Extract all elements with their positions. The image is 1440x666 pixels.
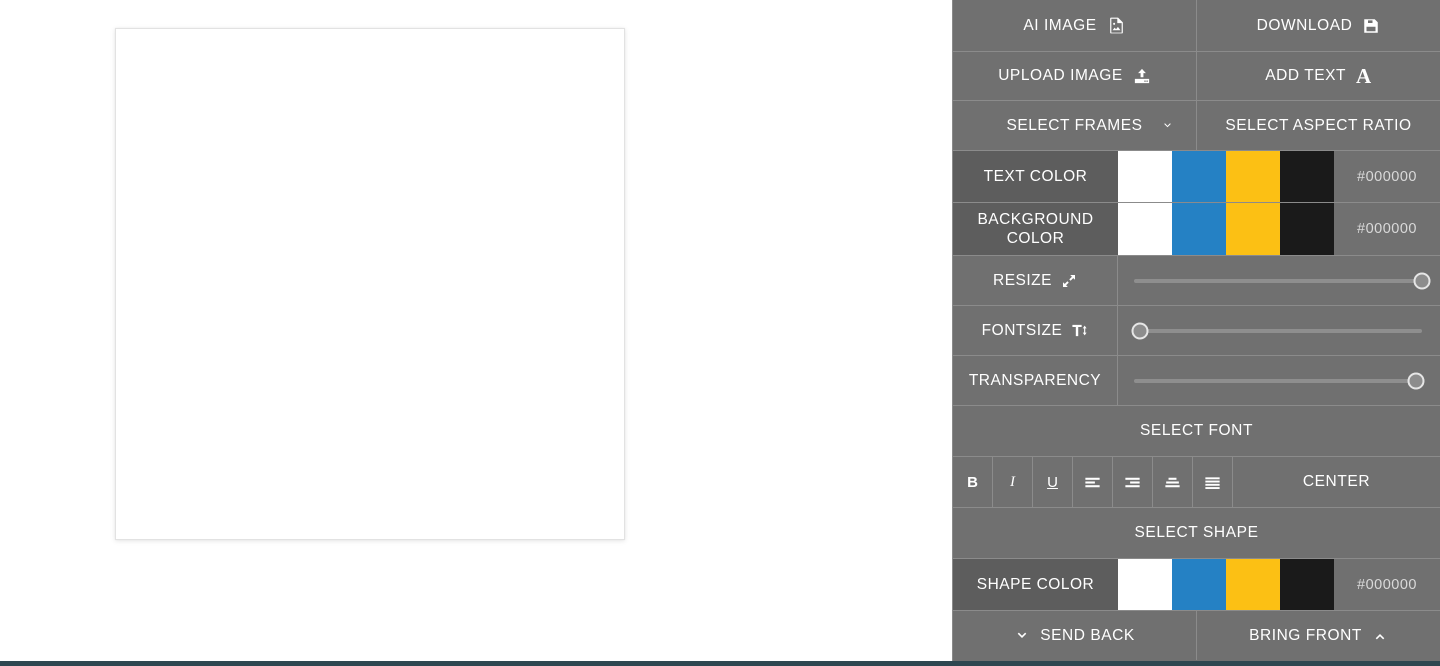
bring-front-button[interactable]: BRING FRONT	[1196, 611, 1440, 660]
bring-front-label: BRING FRONT	[1249, 626, 1362, 644]
upload-image-label: UPLOAD IMAGE	[998, 67, 1123, 84]
upload-image-button[interactable]: UPLOAD IMAGE	[953, 52, 1196, 100]
add-text-button[interactable]: ADD TEXT A	[1196, 52, 1440, 100]
select-shape-button[interactable]: SELECT SHAPE	[953, 508, 1440, 559]
shape-color-label: SHAPE COLOR	[953, 559, 1118, 610]
app-root: AI IMAGE DOWNLOAD UPLOAD IMAGE ADD TEXT …	[0, 0, 1440, 666]
text-color-swatch-black[interactable]	[1280, 151, 1334, 202]
resize-label: RESIZE	[993, 271, 1052, 289]
toolbar-row-input: UPLOAD IMAGE ADD TEXT A	[953, 52, 1440, 101]
align-justify-button[interactable]	[1193, 457, 1233, 507]
transparency-slider-track[interactable]	[1134, 372, 1425, 389]
fontsize-label-group: FONTSIZE	[953, 306, 1118, 355]
resize-label-group: RESIZE	[953, 256, 1118, 305]
select-font-label: SELECT FONT	[1139, 422, 1254, 439]
fontsize-label: FONTSIZE	[981, 321, 1063, 339]
fontsize-slider-track[interactable]	[1131, 322, 1422, 339]
ai-image-button[interactable]: AI IMAGE	[953, 0, 1196, 51]
diagonal-arrows-icon	[1061, 273, 1077, 289]
shape-color-swatch-black[interactable]	[1280, 559, 1334, 610]
alignment-value[interactable]: CENTER	[1233, 457, 1440, 507]
background-color-swatch-blue[interactable]	[1172, 203, 1226, 255]
letter-a-icon: A	[1356, 63, 1372, 88]
chevron-down-icon	[1161, 119, 1174, 132]
text-color-swatch-blue[interactable]	[1172, 151, 1226, 202]
transparency-slider[interactable]	[1118, 356, 1440, 405]
download-button[interactable]: DOWNLOAD	[1196, 0, 1440, 51]
resize-slider-track[interactable]	[1134, 272, 1431, 289]
background-color-swatches	[1118, 203, 1334, 255]
select-aspect-ratio-label: SELECT ASPECT RATIO	[1225, 116, 1412, 134]
background-color-swatch-black[interactable]	[1280, 203, 1334, 255]
download-label: DOWNLOAD	[1256, 16, 1353, 34]
bold-button[interactable]: B	[953, 457, 993, 507]
align-center-icon	[1163, 473, 1182, 492]
text-color-swatch-white[interactable]	[1118, 151, 1172, 202]
italic-button[interactable]: I	[993, 457, 1033, 507]
background-color-hex-value[interactable]: #000000	[1334, 203, 1440, 255]
transparency-slider-thumb[interactable]	[1407, 372, 1425, 389]
shape-color-swatch-white[interactable]	[1118, 559, 1172, 610]
align-left-icon	[1083, 473, 1102, 492]
align-right-button[interactable]	[1113, 457, 1153, 507]
chevron-down-icon	[1014, 628, 1030, 644]
text-color-label: TEXT COLOR	[953, 151, 1118, 202]
fontsize-slider-row: FONTSIZE	[953, 306, 1440, 356]
toolbar-row-layout: SELECT FRAMES SELECT ASPECT RATIO	[953, 101, 1440, 151]
text-height-icon	[1071, 322, 1088, 339]
background-color-swatch-yellow[interactable]	[1226, 203, 1280, 255]
fontsize-slider-thumb[interactable]	[1131, 322, 1149, 339]
transparency-label: TRANSPARENCY	[968, 371, 1102, 389]
resize-slider-thumb[interactable]	[1413, 272, 1431, 289]
bottom-accent-bar	[0, 661, 1440, 666]
select-frames-label: SELECT FRAMES	[1006, 116, 1143, 134]
transparency-label-group: TRANSPARENCY	[953, 356, 1118, 405]
background-color-swatch-white[interactable]	[1118, 203, 1172, 255]
image-file-icon	[1107, 16, 1126, 35]
upload-icon	[1133, 67, 1151, 85]
shape-color-swatch-yellow[interactable]	[1226, 559, 1280, 610]
add-text-label: ADD TEXT	[1265, 67, 1347, 84]
text-color-hex-value[interactable]: #000000	[1334, 151, 1440, 202]
align-center-button[interactable]	[1153, 457, 1193, 507]
floppy-save-icon	[1362, 17, 1380, 35]
send-back-button[interactable]: SEND BACK	[953, 611, 1196, 660]
transparency-slider-row: TRANSPARENCY	[953, 356, 1440, 406]
resize-slider-row: RESIZE	[953, 256, 1440, 306]
shape-color-row: SHAPE COLOR #000000	[953, 559, 1440, 611]
text-color-swatches	[1118, 151, 1334, 202]
design-canvas[interactable]	[115, 28, 625, 540]
underline-button[interactable]: U	[1033, 457, 1073, 507]
select-font-button[interactable]: SELECT FONT	[953, 406, 1440, 457]
background-color-row: BACKGROUND COLOR #000000	[953, 203, 1440, 256]
fontsize-slider[interactable]	[1118, 306, 1440, 355]
align-left-button[interactable]	[1073, 457, 1113, 507]
send-back-label: SEND BACK	[1040, 626, 1135, 644]
text-color-swatch-yellow[interactable]	[1226, 151, 1280, 202]
shape-color-hex-value[interactable]: #000000	[1334, 559, 1440, 610]
layer-order-row: SEND BACK BRING FRONT	[953, 611, 1440, 660]
shape-color-swatches	[1118, 559, 1334, 610]
text-format-toolbar: B I U CENTER	[953, 457, 1440, 508]
align-right-icon	[1123, 473, 1142, 492]
canvas-stage	[0, 0, 952, 661]
select-frames-dropdown[interactable]: SELECT FRAMES	[953, 101, 1196, 150]
editor-tool-panel: AI IMAGE DOWNLOAD UPLOAD IMAGE ADD TEXT …	[952, 0, 1440, 661]
resize-slider[interactable]	[1118, 256, 1440, 305]
shape-color-swatch-blue[interactable]	[1172, 559, 1226, 610]
background-color-label: BACKGROUND COLOR	[953, 203, 1118, 255]
chevron-up-icon	[1372, 628, 1388, 644]
select-aspect-ratio-button[interactable]: SELECT ASPECT RATIO	[1196, 101, 1440, 150]
ai-image-label: AI IMAGE	[1023, 16, 1097, 34]
text-color-row: TEXT COLOR #000000	[953, 151, 1440, 203]
select-shape-label: SELECT SHAPE	[1134, 524, 1259, 541]
toolbar-row-media: AI IMAGE DOWNLOAD	[953, 0, 1440, 52]
align-justify-icon	[1203, 473, 1222, 492]
